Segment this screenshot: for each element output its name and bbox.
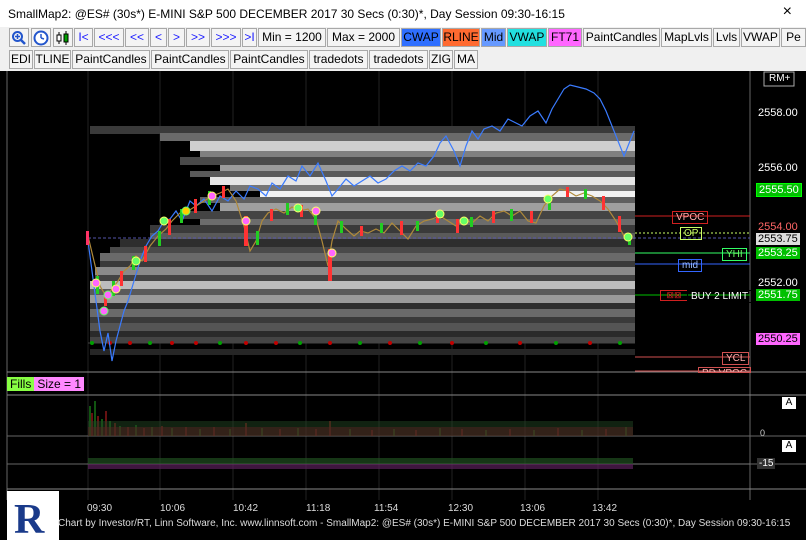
price-label: 2552.00 [756, 277, 800, 289]
zig-button[interactable]: ZIG [429, 50, 453, 69]
time-label: 10:42 [233, 503, 259, 514]
nav-last-button[interactable]: >I [242, 28, 257, 47]
indicator-toolbar: EDI TLINE PaintCandles PaintCandles Pain… [0, 49, 806, 71]
time-label: 13:42 [592, 503, 618, 514]
vpoc-tag: VPOC [672, 211, 709, 224]
rm-plus-button[interactable]: RM+ [769, 73, 790, 84]
vwap-button[interactable]: VWAP [507, 28, 547, 47]
time-label: 12:30 [448, 503, 474, 514]
nav-forward-more-button[interactable]: >> [186, 28, 210, 47]
current-price-label: 2553.75 [756, 233, 800, 245]
chart-footer: Chart by Investor/RT, Linn Software, Inc… [58, 518, 791, 529]
price-label-green: 2555.50 [756, 183, 802, 197]
ft71-button[interactable]: FT71 [548, 28, 582, 47]
clock-icon[interactable] [31, 28, 51, 47]
nav-forward-far-button[interactable]: >>> [211, 28, 241, 47]
delta-value-label: -15 [757, 458, 776, 469]
time-label: 10:06 [160, 503, 186, 514]
candles-icon[interactable] [53, 28, 73, 47]
nav-back-more-button[interactable]: << [125, 28, 149, 47]
rline-button[interactable]: RLINE [442, 28, 480, 47]
paintcandles-button[interactable]: PaintCandles [583, 28, 660, 47]
tradedots-1-button[interactable]: tradedots [309, 50, 368, 69]
time-label: 11:18 [306, 503, 331, 514]
price-chart[interactable]: R [0, 71, 806, 540]
time-label: 09:30 [87, 503, 113, 514]
mid-tag: mid [678, 259, 703, 272]
price-label-green: 2551.75 [756, 289, 800, 301]
buy-limit-tag[interactable]: BUY 2 LIMIT [687, 290, 753, 303]
price-label: 2558.00 [756, 107, 800, 119]
op-tag: OP [680, 227, 703, 240]
ycl-tag: YCL [722, 352, 750, 365]
max-field[interactable]: Max = 2000 [327, 28, 400, 47]
price-label-magenta: 2550.25 [756, 333, 800, 345]
nav-back-button[interactable]: < [150, 28, 167, 47]
zoom-icon[interactable] [9, 28, 29, 47]
fills-button[interactable]: Fills [7, 377, 35, 391]
size-button[interactable]: Size = 1 [34, 377, 85, 391]
time-label: 13:06 [520, 503, 546, 514]
yhi-tag: YHI [722, 248, 747, 261]
close-icon[interactable]: × [783, 3, 792, 21]
ma-button[interactable]: MA [454, 50, 478, 69]
volume-zero-label: 0 [760, 428, 766, 438]
paintcandles-3-button[interactable]: PaintCandles [230, 50, 308, 69]
order-cancel-icon[interactable]: ⊠⊠ [660, 290, 688, 301]
time-label: 11:54 [374, 503, 399, 514]
title-bar: SmallMap2: @ES# (30s*) E-MINI S&P 500 DE… [0, 0, 806, 28]
edi-button[interactable]: EDI [9, 50, 33, 69]
vwap2-button[interactable]: VWAP [741, 28, 780, 47]
cwap-button[interactable]: CWAP [401, 28, 441, 47]
paintcandles-2-button[interactable]: PaintCandles [151, 50, 229, 69]
main-toolbar: I< <<< << < > >> >>> >I Min = 1200 Max =… [0, 27, 806, 49]
volume-pane-button[interactable]: A [782, 397, 796, 409]
svg-text:R: R [14, 497, 45, 540]
delta-pane-button[interactable]: A [782, 440, 796, 452]
nav-first-button[interactable]: I< [74, 28, 93, 47]
window-title: SmallMap2: @ES# (30s*) E-MINI S&P 500 DE… [8, 7, 565, 21]
price-label: 2556.00 [756, 162, 800, 174]
price-label-green: 2553.25 [756, 247, 800, 259]
tradedots-2-button[interactable]: tradedots [369, 50, 428, 69]
pe-button[interactable]: Pe [781, 28, 806, 47]
nav-forward-button[interactable]: > [168, 28, 185, 47]
paintcandles-1-button[interactable]: PaintCandles [72, 50, 150, 69]
tline-button[interactable]: TLINE [34, 50, 71, 69]
mid-button[interactable]: Mid [481, 28, 506, 47]
min-field[interactable]: Min = 1200 [258, 28, 326, 47]
pdvpoc-tag: PD VPOC [698, 367, 752, 373]
lvls-button[interactable]: Lvls [713, 28, 740, 47]
price-label: 2554.00 [756, 221, 800, 233]
fills-bar: Fills Size = 1 [7, 374, 85, 394]
maplvls-button[interactable]: MapLvls [661, 28, 712, 47]
nav-back-far-button[interactable]: <<< [94, 28, 124, 47]
